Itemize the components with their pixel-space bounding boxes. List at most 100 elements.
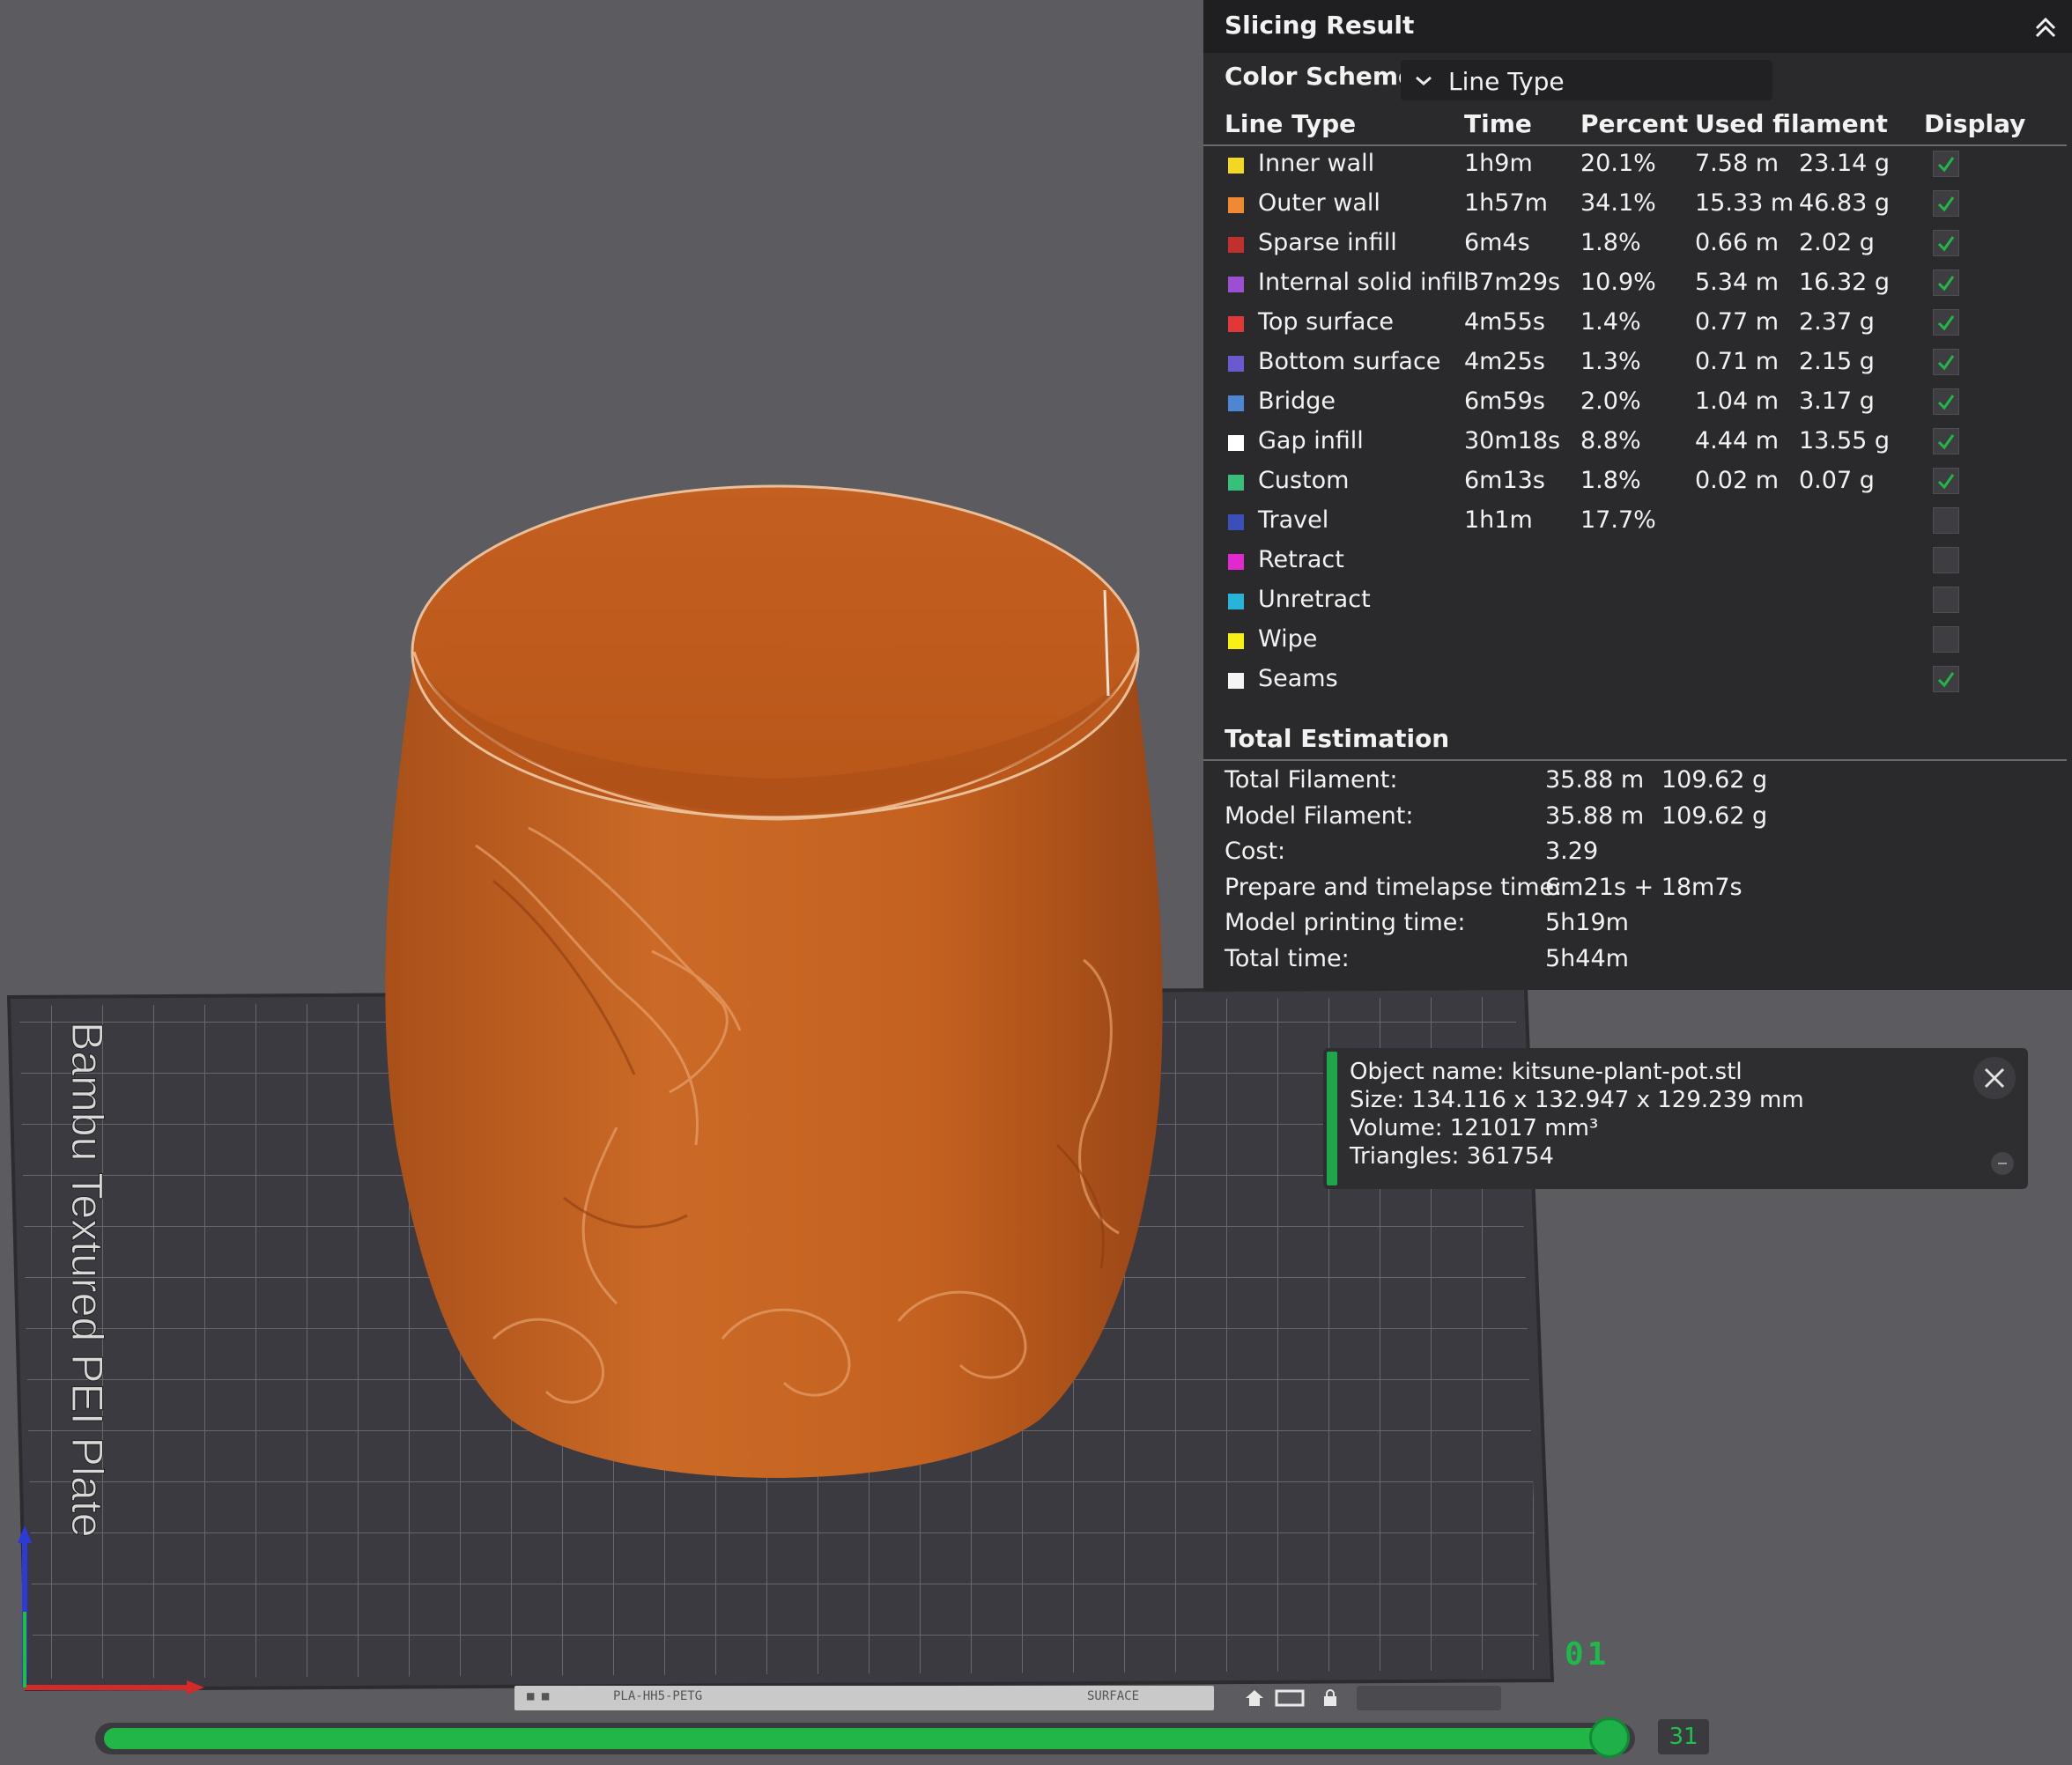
object-volume: Volume: 121017 mm³ <box>1350 1115 1599 1141</box>
display-checkbox[interactable] <box>1933 230 1959 256</box>
plate-settings-tool[interactable] <box>1357 1686 1501 1710</box>
layer-value: 31 <box>1658 1719 1709 1754</box>
check-icon <box>1937 395 1955 410</box>
check-icon <box>1937 434 1955 450</box>
line-type-row: Internal solid infill 37m29s 10.9% 5.34 m 16… <box>1203 265 2072 305</box>
line-type-row: Inner wall 1h9m 20.1% 7.58 m 23.14 g <box>1203 146 2072 186</box>
check-icon <box>1937 236 1955 252</box>
display-checkbox[interactable] <box>1933 587 1959 613</box>
display-checkbox[interactable] <box>1933 309 1959 336</box>
line-type-row: Seams <box>1203 661 2072 701</box>
total-row: Total time: 5h44m <box>1203 945 2072 980</box>
color-swatch <box>1228 158 1244 174</box>
check-icon <box>1937 355 1955 371</box>
line-type-weight: 16.32 g <box>1799 269 1891 296</box>
line-type-weight: 2.15 g <box>1799 348 1875 375</box>
line-type-percent: 1.8% <box>1580 467 1641 494</box>
minimize-button[interactable] <box>1991 1152 2014 1175</box>
layer-slider-handle[interactable] <box>1589 1717 1630 1758</box>
info-accent-bar <box>1327 1052 1337 1185</box>
object-triangles: Triangles: 361754 <box>1350 1143 1554 1170</box>
line-type-name: Wipe <box>1258 625 1318 653</box>
monitor-icon <box>1275 1689 1305 1707</box>
display-checkbox[interactable] <box>1933 547 1959 573</box>
home-tool[interactable] <box>1242 1686 1267 1710</box>
line-type-percent: 1.8% <box>1580 229 1641 256</box>
close-button[interactable] <box>1973 1057 2016 1099</box>
line-type-time: 1h57m <box>1464 189 1548 217</box>
total-divider <box>1203 759 2067 761</box>
color-swatch <box>1228 237 1244 253</box>
column-header-used-filament: Used filament <box>1695 109 1888 138</box>
line-type-percent: 10.9% <box>1580 269 1656 296</box>
object-info-popup: Object name: kitsune-plant-pot.stl Size:… <box>1323 1048 2028 1189</box>
plate-view-tool[interactable] <box>1274 1686 1305 1710</box>
minus-icon <box>1998 1163 2007 1164</box>
line-type-name: Gap infill <box>1258 427 1364 454</box>
line-type-time: 30m18s <box>1464 427 1561 454</box>
lock-icon <box>1324 1689 1336 1706</box>
display-checkbox[interactable] <box>1933 666 1959 692</box>
line-type-length: 0.02 m <box>1695 467 1780 494</box>
color-scheme-label: Color Scheme <box>1225 62 1416 91</box>
line-type-name: Retract <box>1258 546 1344 573</box>
line-type-row: Wipe <box>1203 622 2072 661</box>
display-checkbox[interactable] <box>1933 626 1959 653</box>
line-type-row: Bottom surface 4m25s 1.3% 0.71 m 2.15 g <box>1203 344 2072 384</box>
line-type-time: 6m13s <box>1464 467 1545 494</box>
line-type-row: Sparse infill 6m4s 1.8% 0.66 m 2.02 g <box>1203 225 2072 265</box>
line-type-length: 15.33 m <box>1695 189 1794 217</box>
model-pot[interactable] <box>385 484 1163 1478</box>
line-type-row: Bridge 6m59s 2.0% 1.04 m 3.17 g <box>1203 384 2072 424</box>
lock-tool[interactable] <box>1318 1686 1343 1710</box>
color-swatch <box>1228 277 1244 292</box>
plate-index: 01 <box>1565 1636 1610 1673</box>
total-estimation-title: Total Estimation <box>1225 724 1450 753</box>
plate-filament-strip: ■ ■ PLA-HH5-PETG SURFACE <box>514 1686 1214 1710</box>
check-icon <box>1937 315 1955 331</box>
line-type-time: 4m55s <box>1464 308 1545 336</box>
total-label: Cost: <box>1225 838 1286 865</box>
chevron-up-icon <box>2035 17 2056 38</box>
total-row: Model Filament: 35.88 m 109.62 g <box>1203 802 2072 838</box>
line-type-row: Outer wall 1h57m 34.1% 15.33 m 46.83 g <box>1203 186 2072 225</box>
line-type-time: 6m59s <box>1464 388 1545 415</box>
line-type-name: Custom <box>1258 467 1350 494</box>
display-checkbox[interactable] <box>1933 468 1959 494</box>
display-checkbox[interactable] <box>1933 349 1959 375</box>
panel-header: Slicing Result <box>1203 0 2072 53</box>
line-type-percent: 20.1% <box>1580 150 1656 177</box>
close-icon <box>1984 1067 2005 1089</box>
line-type-length: 7.58 m <box>1695 150 1780 177</box>
display-checkbox[interactable] <box>1933 428 1959 454</box>
line-type-length: 1.04 m <box>1695 388 1780 415</box>
line-type-length: 0.71 m <box>1695 348 1780 375</box>
line-type-weight: 2.37 g <box>1799 308 1875 336</box>
color-swatch <box>1228 356 1244 372</box>
display-checkbox[interactable] <box>1933 507 1959 534</box>
color-swatch <box>1228 435 1244 451</box>
collapse-button[interactable] <box>2028 9 2063 44</box>
total-row: Model printing time: 5h19m <box>1203 909 2072 944</box>
display-checkbox[interactable] <box>1933 151 1959 177</box>
line-type-time: 1h1m <box>1464 506 1533 534</box>
line-type-weight: 2.02 g <box>1799 229 1875 256</box>
plate-label: Bambu Textured PEI Plate <box>63 1022 112 1538</box>
line-type-time: 4m25s <box>1464 348 1545 375</box>
color-swatch <box>1228 633 1244 649</box>
layer-slider-fill <box>104 1728 1610 1749</box>
line-type-row: Gap infill 30m18s 8.8% 4.44 m 13.55 g <box>1203 424 2072 463</box>
chevron-down-icon <box>1416 76 1432 85</box>
color-scheme-dropdown[interactable]: Line Type <box>1401 60 1772 100</box>
color-swatch <box>1228 673 1244 689</box>
plate-toolbar <box>1242 1684 1506 1712</box>
strip-surface-label: SURFACE <box>1087 1689 1140 1703</box>
panel-title: Slicing Result <box>1225 11 1415 40</box>
line-type-name: Seams <box>1258 665 1338 692</box>
total-row: Cost: 3.29 <box>1203 838 2072 873</box>
line-type-name: Sparse infill <box>1258 229 1397 256</box>
display-checkbox[interactable] <box>1933 270 1959 296</box>
display-checkbox[interactable] <box>1933 190 1959 217</box>
display-checkbox[interactable] <box>1933 388 1959 415</box>
line-type-row: Retract <box>1203 543 2072 582</box>
